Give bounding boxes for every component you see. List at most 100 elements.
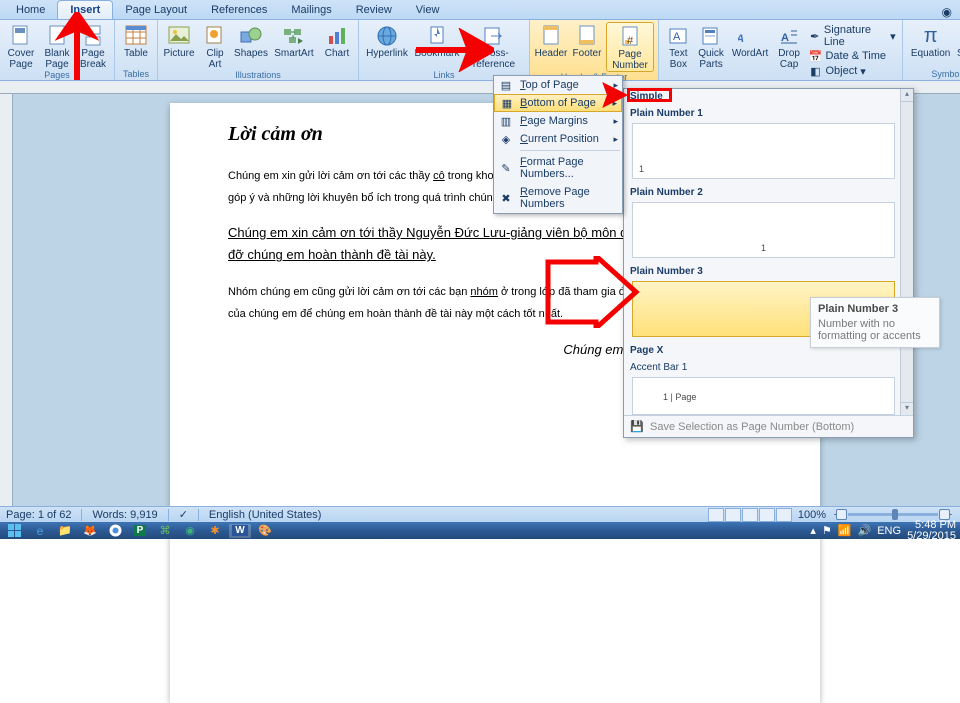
tab-view[interactable]: View: [404, 1, 452, 19]
object-button[interactable]: ◧Object ▾: [808, 64, 895, 78]
system-tray[interactable]: ▴ ⚑ 📶 🔊 ENG 5:48 PM5/29/2015: [810, 520, 956, 542]
dropcap-button[interactable]: A DropCap: [774, 22, 805, 70]
bottom-page-icon: ▦: [500, 96, 514, 110]
vertical-ruler[interactable]: [0, 94, 13, 506]
page-number-button[interactable]: #PageNumber: [606, 22, 654, 72]
header-button[interactable]: Header: [534, 22, 568, 60]
tab-insert[interactable]: Insert: [57, 0, 113, 19]
shapes-label: Shapes: [234, 49, 268, 60]
menu-bottom-of-page[interactable]: ▦Bottom of Page▸: [494, 94, 622, 112]
margins-icon: ▥: [499, 114, 513, 128]
gallery-item-plain-1[interactable]: 1: [632, 123, 895, 179]
status-words[interactable]: Words: 9,919: [92, 509, 157, 521]
svg-text:A: A: [781, 32, 789, 44]
tab-mailings[interactable]: Mailings: [279, 1, 343, 19]
tray-language[interactable]: ENG: [877, 525, 901, 537]
chart-icon: [325, 24, 349, 48]
menu-current-position[interactable]: ◈Current Position▸: [494, 130, 622, 148]
gallery-num-1: 1: [639, 164, 644, 174]
cover-page-button[interactable]: CoverPage: [4, 22, 38, 70]
tray-clock[interactable]: 5:48 PM5/29/2015: [907, 520, 956, 542]
footer-label: Footer: [573, 49, 602, 60]
gallery-section-p2: Plain Number 2: [624, 183, 913, 200]
quickparts-button[interactable]: QuickParts: [696, 22, 727, 70]
textbox-button[interactable]: ATextBox: [663, 22, 694, 70]
signature-label: Signature Line: [824, 24, 887, 48]
equation-button[interactable]: πEquation: [907, 22, 955, 60]
crossref-icon: [482, 24, 506, 48]
tray-flag-icon[interactable]: ⚑: [822, 524, 832, 537]
taskbar-explorer[interactable]: 📁: [54, 524, 76, 538]
taskbar-coccoc[interactable]: ⌘: [154, 524, 176, 538]
group-pages-label: Pages: [4, 70, 110, 81]
smartart-button[interactable]: SmartArt: [270, 22, 318, 60]
taskbar-firefox[interactable]: 🦊: [79, 524, 101, 538]
tab-page-layout[interactable]: Page Layout: [113, 1, 199, 19]
zoom-slider[interactable]: [848, 513, 938, 516]
menu-top-of-page[interactable]: ▤TTop of Pageop of Page▸: [494, 76, 622, 94]
status-language[interactable]: English (United States): [209, 509, 322, 521]
wordart-label: WordArt: [732, 49, 769, 60]
taskbar-app2[interactable]: ✱: [204, 524, 226, 538]
bookmark-icon: [425, 24, 449, 48]
datetime-button[interactable]: 📅Date & Time: [808, 49, 895, 63]
tab-review[interactable]: Review: [344, 1, 404, 19]
tray-network-icon[interactable]: 📶: [838, 524, 852, 537]
tray-up-icon[interactable]: ▴: [810, 524, 816, 537]
wordart-button[interactable]: AWordArt: [728, 22, 771, 60]
shapes-icon: [239, 24, 263, 48]
menu-remove-page-numbers[interactable]: ✖Remove Page Numbers: [494, 183, 622, 213]
taskbar-word[interactable]: W: [229, 524, 251, 538]
gallery-scrollbar[interactable]: ▴▾: [900, 89, 913, 415]
taskbar-paint[interactable]: 🎨: [254, 524, 276, 538]
gallery-item-accent-1[interactable]: 1 | Page: [632, 377, 895, 415]
view-buttons[interactable]: [708, 508, 792, 522]
svg-text:A: A: [673, 31, 681, 43]
quickparts-icon: [699, 24, 723, 48]
group-links: Hyperlink Bookmark Cross-reference Links: [359, 20, 530, 80]
start-button[interactable]: [4, 524, 26, 538]
page-number-gallery: Simple Plain Number 1 1 Plain Number 2 1…: [623, 88, 914, 438]
taskbar-app1[interactable]: ◉: [179, 524, 201, 538]
windows-taskbar: e 📁 🦊 P ⌘ ◉ ✱ W 🎨 ▴ ⚑ 📶 🔊 ENG 5:48 PM5/2…: [0, 522, 960, 539]
clipart-button[interactable]: ClipArt: [198, 22, 232, 70]
shapes-button[interactable]: Shapes: [234, 22, 268, 60]
chart-button[interactable]: Chart: [320, 22, 354, 60]
tab-home[interactable]: Home: [4, 1, 57, 19]
tray-volume-icon[interactable]: 🔊: [858, 524, 872, 537]
chart-label: Chart: [325, 49, 349, 60]
group-symbols: πEquation ΩSymbol Symbols: [903, 20, 960, 80]
status-spellcheck[interactable]: ✓: [179, 508, 188, 521]
page-break-button[interactable]: PageBreak: [76, 22, 110, 70]
symbol-button[interactable]: ΩSymbol: [957, 22, 960, 60]
blank-page-label: BlankPage: [44, 49, 69, 70]
taskbar-project[interactable]: P: [129, 524, 151, 538]
footer-button[interactable]: Footer: [570, 22, 604, 60]
taskbar-chrome[interactable]: [104, 524, 126, 538]
blank-page-button[interactable]: BlankPage: [40, 22, 74, 70]
datetime-label: Date & Time: [825, 50, 886, 62]
signature-line-button[interactable]: ✒Signature Line ▾: [808, 24, 895, 48]
status-page[interactable]: Page: 1 of 62: [6, 509, 71, 521]
group-tables-label: Tables: [119, 69, 153, 80]
group-symbols-label: Symbols: [907, 69, 960, 80]
picture-button[interactable]: Picture: [162, 22, 196, 60]
hyperlink-button[interactable]: Hyperlink: [363, 22, 411, 60]
table-icon: [124, 24, 148, 48]
equation-icon: π: [919, 24, 943, 48]
help-icon[interactable]: ◉: [942, 5, 952, 19]
dropcap-label: DropCap: [778, 49, 800, 70]
table-button[interactable]: Table: [119, 22, 153, 60]
taskbar-ie[interactable]: e: [29, 524, 51, 538]
gallery-item-plain-2[interactable]: 1: [632, 202, 895, 258]
gallery-accent-val: 1 | Page: [663, 392, 696, 402]
remove-icon: ✖: [499, 191, 513, 205]
table-label: Table: [124, 49, 148, 60]
bookmark-button[interactable]: Bookmark: [413, 22, 461, 60]
tab-references[interactable]: References: [199, 1, 279, 19]
menu-format-page-numbers[interactable]: ✎Format Page Numbers...: [494, 153, 622, 183]
header-icon: [539, 24, 563, 48]
page-number-icon: #: [618, 25, 642, 49]
crossref-button[interactable]: Cross-reference: [463, 22, 525, 70]
menu-page-margins[interactable]: ▥Page Margins▸: [494, 112, 622, 130]
